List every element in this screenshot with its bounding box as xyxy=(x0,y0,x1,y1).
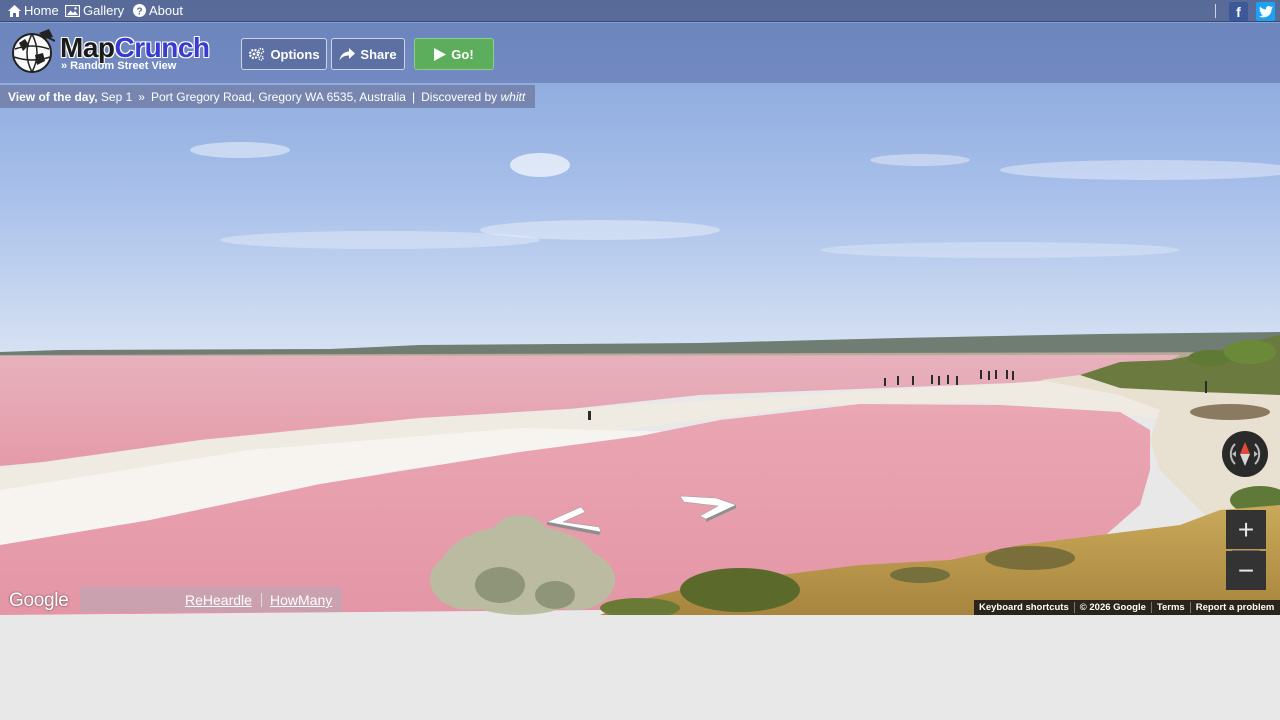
keyboard-shortcuts-link[interactable]: Keyboard shortcuts xyxy=(974,602,1074,613)
options-button[interactable]: Options xyxy=(241,38,327,70)
game-links-panel: ReHeardle HowMany xyxy=(80,587,342,612)
nav-about-link[interactable]: ? About xyxy=(133,3,183,18)
zoom-divider xyxy=(1232,550,1260,551)
nav-gallery-label: Gallery xyxy=(83,3,125,18)
votd-user[interactable]: whitt xyxy=(500,90,525,104)
svg-text:?: ? xyxy=(136,6,142,17)
compass-control[interactable] xyxy=(1222,431,1268,477)
nav-home-link[interactable]: Home xyxy=(8,3,59,18)
image-icon xyxy=(65,4,80,17)
top-navigation: Home Gallery ? About f xyxy=(0,0,1280,22)
home-icon xyxy=(8,4,21,17)
votd-date: Sep 1 xyxy=(100,89,133,104)
twitter-icon[interactable] xyxy=(1256,2,1275,21)
share-arrow-icon xyxy=(339,47,356,60)
zoom-out-button[interactable]: − xyxy=(1226,551,1266,590)
gears-icon xyxy=(249,47,265,61)
report-problem-link[interactable]: Report a problem xyxy=(1191,602,1280,613)
nav-gallery-link[interactable]: Gallery xyxy=(65,3,124,18)
question-circle-icon: ? xyxy=(133,4,146,17)
go-button[interactable]: Go! xyxy=(414,38,494,70)
facebook-icon[interactable]: f xyxy=(1229,2,1248,21)
mapcrunch-logo[interactable]: MapCrunch » Random Street View xyxy=(9,29,214,79)
links-divider xyxy=(261,593,262,607)
share-label: Share xyxy=(360,46,397,62)
reheardle-link[interactable]: ReHeardle xyxy=(185,592,252,608)
votd-location[interactable]: Port Gregory Road, Gregory WA 6535, Aust… xyxy=(151,90,406,104)
logo-subtitle: » Random Street View xyxy=(61,60,177,72)
share-button[interactable]: Share xyxy=(331,38,405,70)
nav-home-label: Home xyxy=(24,3,59,18)
map-attribution-bar: Keyboard shortcuts © 2026 Google Terms R… xyxy=(974,600,1280,615)
howmany-link[interactable]: HowMany xyxy=(270,592,332,608)
nav-divider xyxy=(1215,4,1216,18)
header-bar: MapCrunch » Random Street View Options S… xyxy=(0,23,1280,83)
votd-discovered-label: Discovered by xyxy=(421,89,498,104)
navigate-back-arrow[interactable] xyxy=(545,505,605,535)
compass-icon xyxy=(1229,442,1261,466)
copyright-text: © 2026 Google xyxy=(1079,602,1146,613)
nav-about-label: About xyxy=(149,3,183,18)
terms-link[interactable]: Terms xyxy=(1152,602,1190,613)
twitter-bird-icon xyxy=(1258,5,1273,17)
zoom-in-button[interactable]: + xyxy=(1226,510,1266,549)
go-label: Go! xyxy=(451,46,474,62)
view-of-the-day-bar: View of the day, Sep 1 » Port Gregory Ro… xyxy=(0,85,535,108)
globe-icon xyxy=(12,29,55,73)
navigate-forward-arrow[interactable] xyxy=(678,493,738,523)
votd-separator: » xyxy=(138,89,145,104)
play-icon xyxy=(434,47,447,61)
options-label: Options xyxy=(270,46,320,62)
google-logo: Google xyxy=(9,590,69,611)
votd-divider: | xyxy=(411,89,416,104)
votd-prefix: View of the day, xyxy=(8,89,98,104)
